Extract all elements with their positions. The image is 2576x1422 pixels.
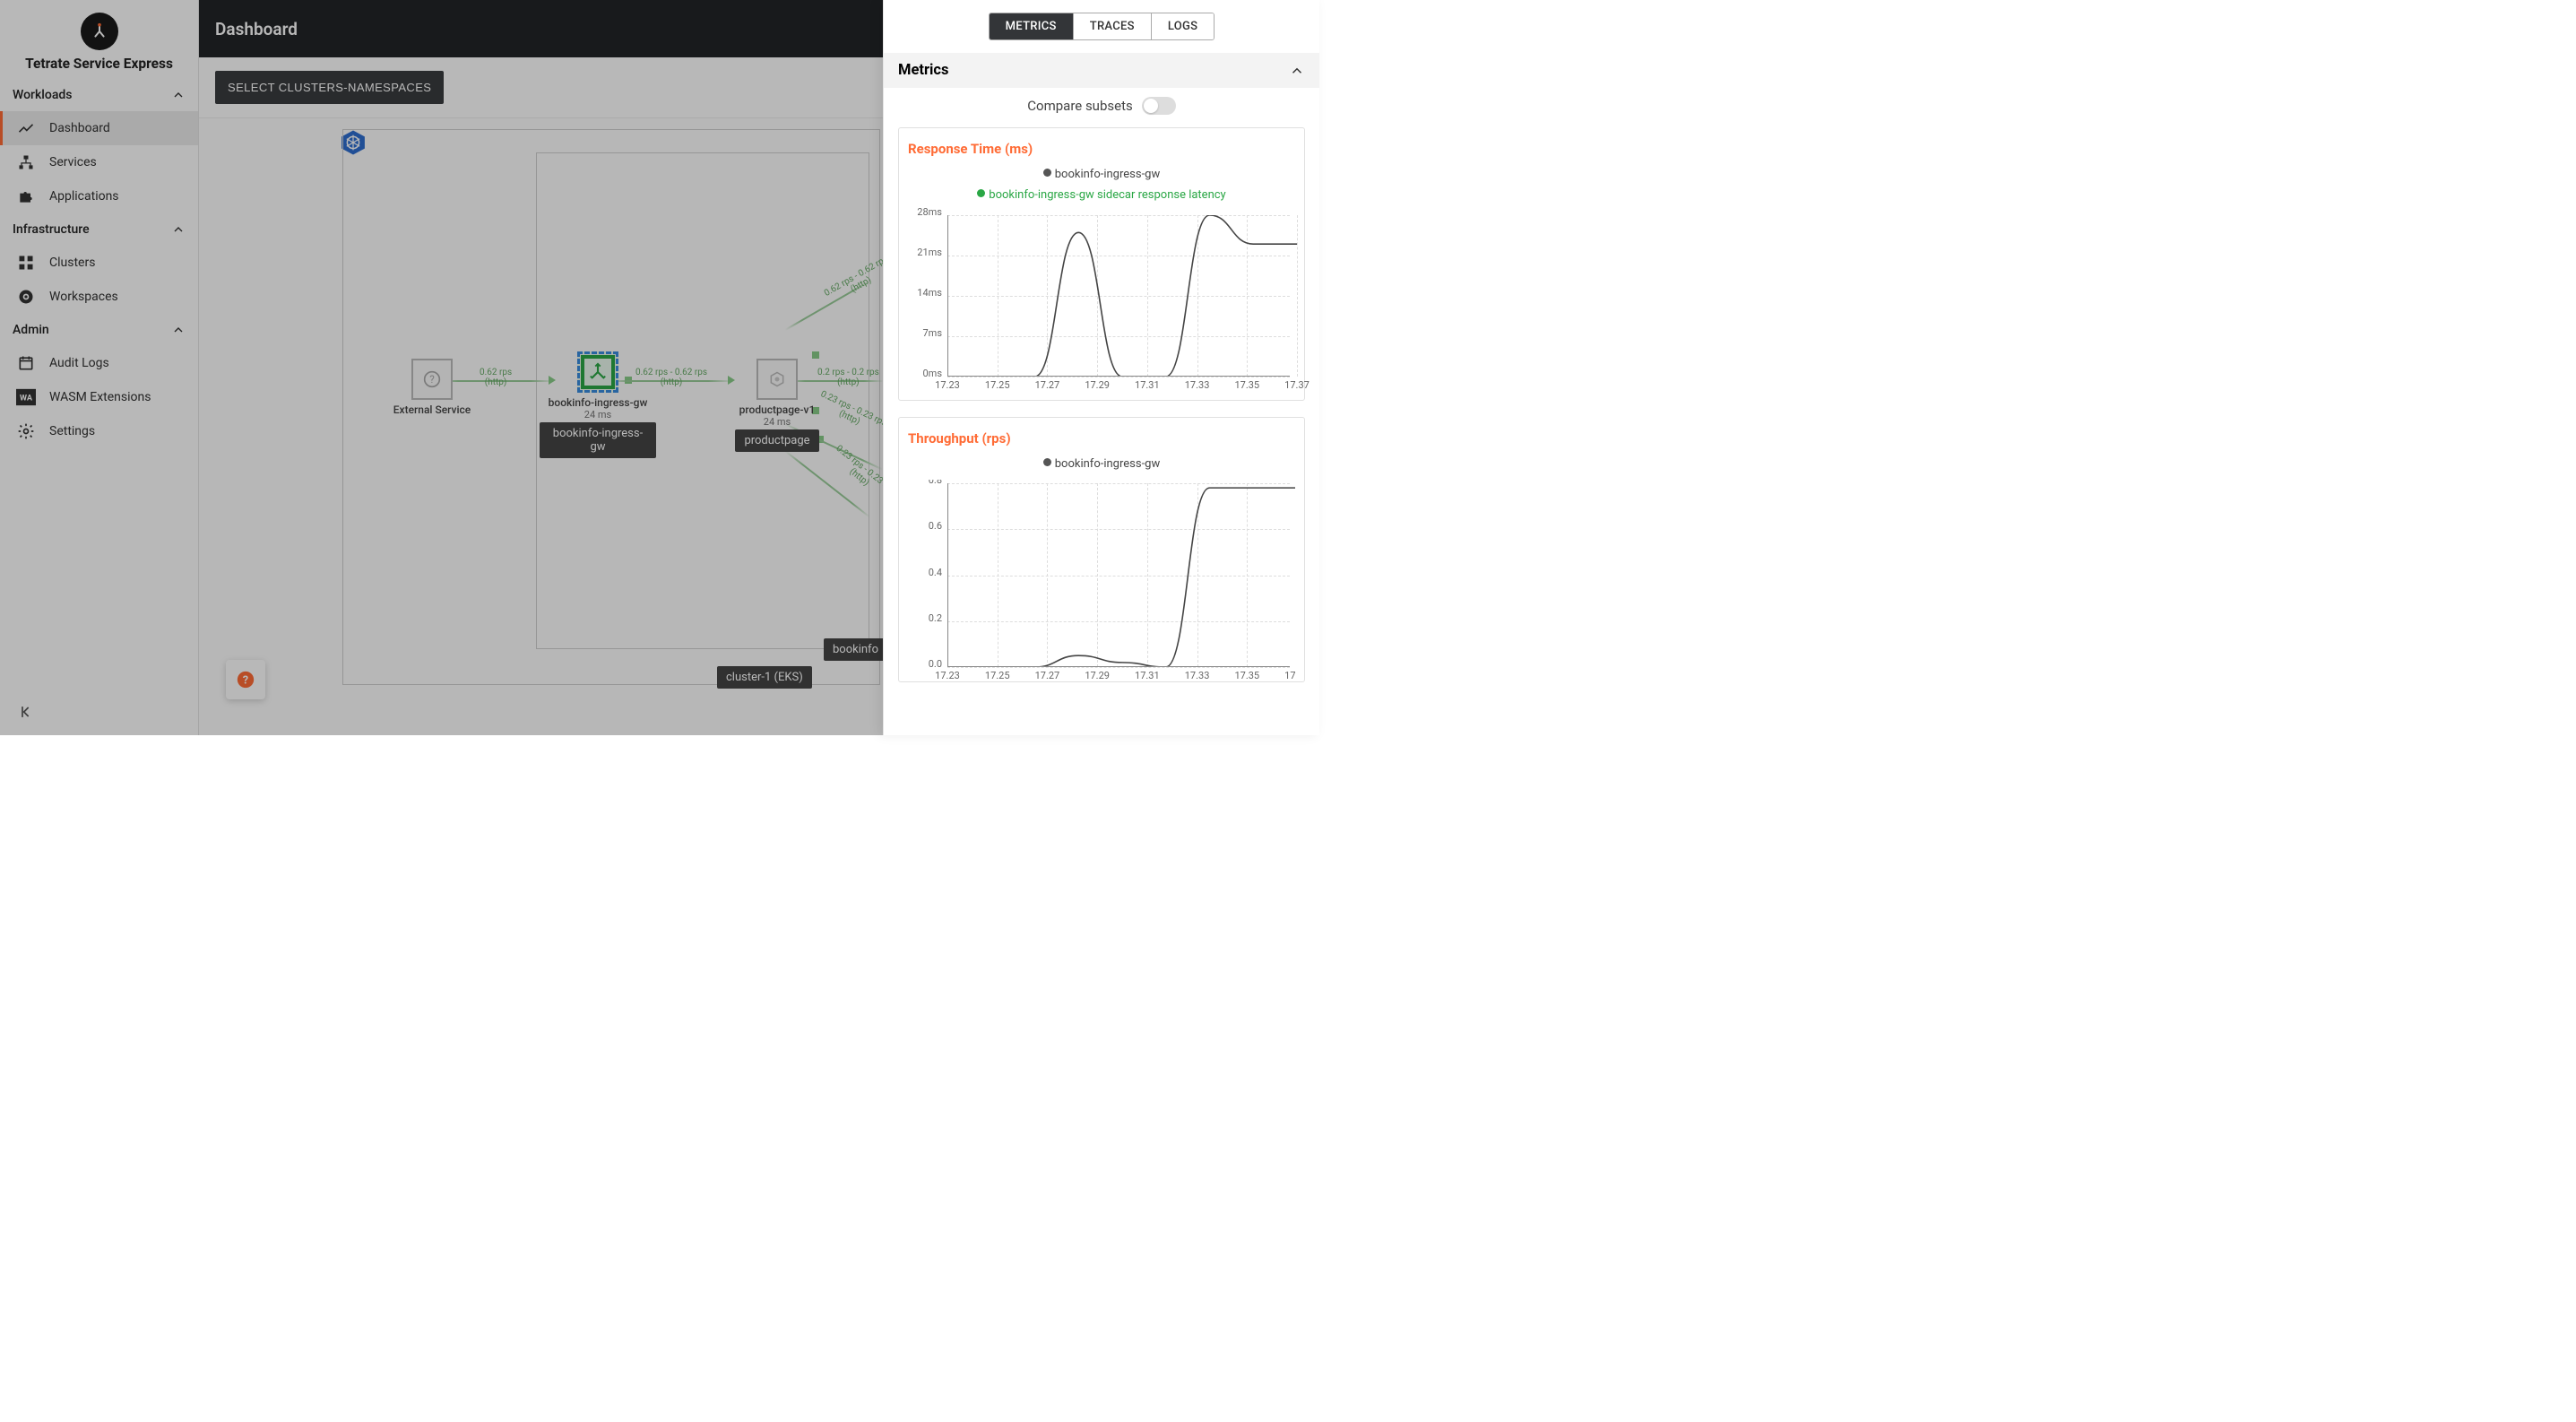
- y-tick: 14ms: [908, 287, 942, 299]
- compare-subsets-toggle[interactable]: [1142, 97, 1176, 115]
- node-productpage[interactable]: productpage-v1 24 ms productpage: [723, 359, 831, 452]
- chart-legend: bookinfo-ingress-gw bookinfo-ingress-gw …: [908, 164, 1295, 206]
- chart-line: [947, 483, 1295, 667]
- metrics-panel: METRICS TRACES LOGS Metrics Compare subs…: [883, 0, 1319, 735]
- chart-line-icon: [15, 119, 37, 137]
- sidebar-item-label: Applications: [49, 189, 119, 204]
- y-tick: 0ms: [908, 368, 942, 379]
- nav-section-infrastructure[interactable]: Infrastructure: [0, 213, 198, 246]
- chevron-up-icon: [1289, 63, 1305, 79]
- target-icon: [15, 288, 37, 306]
- metrics-section-header[interactable]: Metrics: [884, 53, 1319, 88]
- chevron-up-icon: [171, 88, 186, 102]
- page-title: Dashboard: [215, 19, 298, 39]
- edge-label: 0.62 rps(http): [480, 368, 512, 387]
- y-tick: 0.4: [908, 567, 942, 578]
- svg-text:WA: WA: [20, 395, 33, 403]
- x-tick: 17.33: [1185, 670, 1210, 681]
- x-tick: 17.25: [985, 379, 1010, 391]
- chevron-up-icon: [171, 323, 186, 337]
- x-tick: 17.33: [1185, 379, 1210, 391]
- collapse-sidebar-button[interactable]: [18, 703, 36, 724]
- y-tick: 0.6: [908, 520, 942, 532]
- compare-subsets-label: Compare subsets: [1027, 98, 1132, 114]
- gear-icon: [15, 422, 37, 440]
- sidebar-item-wasm-extensions[interactable]: WA WASM Extensions: [0, 380, 198, 414]
- sidebar: Tetrate Service Express Workloads Dashboa…: [0, 0, 199, 735]
- sidebar-item-label: Audit Logs: [49, 356, 109, 370]
- sidebar-item-label: Clusters: [49, 256, 95, 270]
- gateway-icon: [577, 351, 618, 393]
- x-tick: 17.31: [1135, 670, 1160, 681]
- node-external-service[interactable]: ? External Service: [392, 359, 472, 416]
- x-tick: 17.27: [1035, 670, 1060, 681]
- x-tick: 17.23: [935, 379, 960, 391]
- sidebar-item-settings[interactable]: Settings: [0, 414, 198, 448]
- sidebar-item-applications[interactable]: Applications: [0, 179, 198, 213]
- node-badge: productpage: [735, 429, 818, 452]
- node-bookinfo-ingress-gw[interactable]: bookinfo-ingress-gw 24 ms bookinfo-ingre…: [540, 351, 656, 458]
- x-tick: 17.25: [985, 670, 1010, 681]
- x-tick: 17.37: [1284, 670, 1295, 681]
- svg-text:?: ?: [429, 373, 435, 386]
- brand-title: Tetrate Service Express: [25, 56, 173, 72]
- hierarchy-icon: [15, 153, 37, 171]
- x-tick: 17.37: [1284, 379, 1310, 391]
- sidebar-item-dashboard[interactable]: Dashboard: [0, 111, 198, 145]
- sidebar-item-label: Services: [49, 155, 97, 169]
- x-tick: 17.31: [1135, 379, 1160, 391]
- select-clusters-namespaces-button[interactable]: SELECT CLUSTERS-NAMESPACES: [215, 71, 444, 104]
- cluster-badge: cluster-1 (EKS): [717, 666, 812, 689]
- y-tick: 28ms: [908, 206, 942, 218]
- x-tick: 17.29: [1085, 670, 1110, 681]
- sidebar-item-clusters[interactable]: Clusters: [0, 246, 198, 280]
- y-tick: 0.8: [908, 480, 942, 486]
- panel-tab-logs[interactable]: LOGS: [1152, 13, 1215, 39]
- panel-tab-traces[interactable]: TRACES: [1074, 13, 1152, 39]
- chevron-up-icon: [171, 222, 186, 237]
- service-icon: [756, 359, 798, 400]
- wa-icon: WA: [15, 388, 37, 406]
- y-tick: 21ms: [908, 247, 942, 258]
- question-icon: ?: [411, 359, 453, 400]
- brand: Tetrate Service Express: [0, 0, 198, 79]
- y-tick: 0.0: [908, 658, 942, 670]
- sidebar-item-label: Dashboard: [49, 121, 110, 135]
- panel-tab-metrics[interactable]: METRICS: [990, 13, 1074, 39]
- namespace-badge: bookinfo: [824, 638, 887, 661]
- svg-text:?: ?: [243, 674, 248, 688]
- sidebar-item-label: WASM Extensions: [49, 390, 151, 404]
- x-tick: 17.35: [1234, 379, 1259, 391]
- node-badge: bookinfo-ingress-gw: [540, 422, 656, 458]
- calendar-icon: [15, 354, 37, 372]
- nav-section-workloads[interactable]: Workloads: [0, 79, 198, 111]
- nav-section-admin[interactable]: Admin: [0, 314, 198, 346]
- sidebar-item-services[interactable]: Services: [0, 145, 198, 179]
- brand-logo-icon: [81, 13, 118, 50]
- chart-line: [947, 215, 1297, 377]
- grid-icon: [15, 254, 37, 272]
- y-tick: 0.2: [908, 612, 942, 624]
- sidebar-item-label: Settings: [49, 424, 95, 438]
- sidebar-item-audit-logs[interactable]: Audit Logs: [0, 346, 198, 380]
- chart-throughput: Throughput (rps) bookinfo-ingress-gw 0.8…: [898, 417, 1305, 682]
- sidebar-item-label: Workspaces: [49, 290, 118, 304]
- panel-tab-group: METRICS TRACES LOGS: [989, 13, 1215, 40]
- chart-response-time: Response Time (ms) bookinfo-ingress-gw b…: [898, 127, 1305, 401]
- x-tick: 17.29: [1085, 379, 1110, 391]
- x-tick: 17.23: [935, 670, 960, 681]
- puzzle-icon: [15, 187, 37, 205]
- y-tick: 7ms: [908, 327, 942, 339]
- x-tick: 17.35: [1234, 670, 1259, 681]
- x-tick: 17.27: [1035, 379, 1060, 391]
- help-button[interactable]: ?: [226, 660, 265, 699]
- chart-legend: bookinfo-ingress-gw: [908, 454, 1295, 474]
- sidebar-item-workspaces[interactable]: Workspaces: [0, 280, 198, 314]
